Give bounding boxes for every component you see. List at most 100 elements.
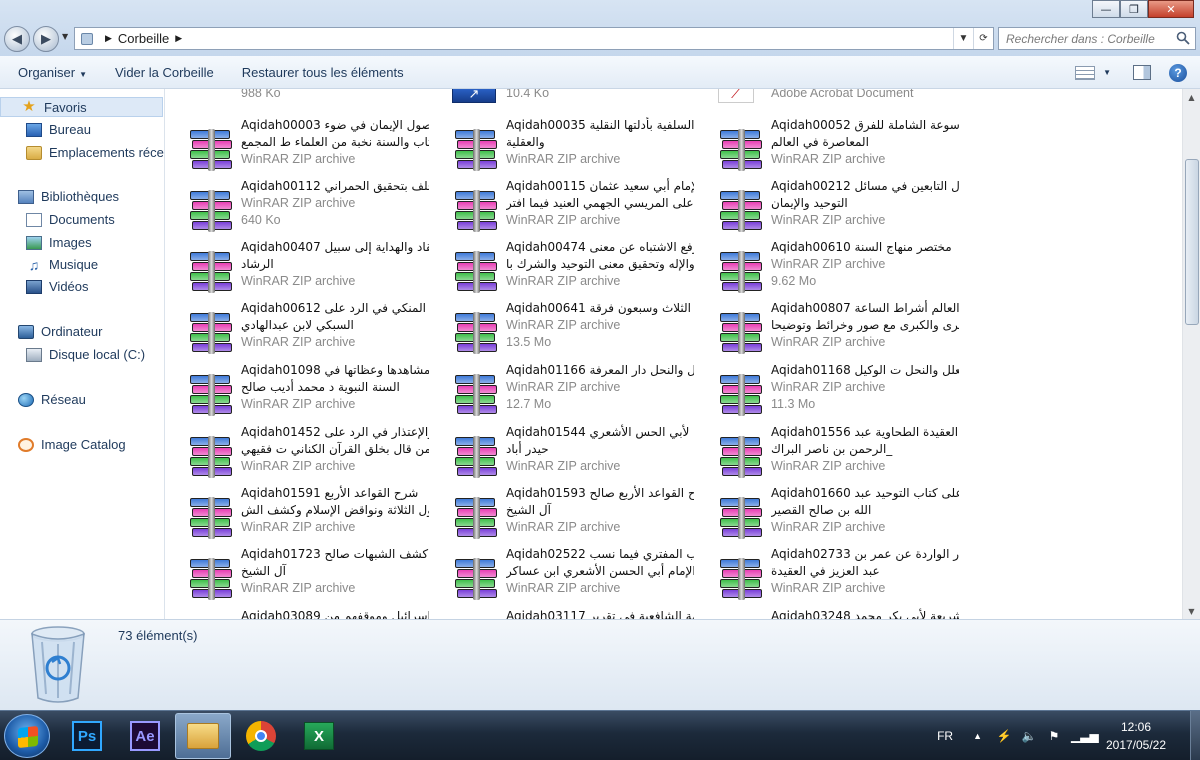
restore-all-button[interactable]: Restaurer tous les éléments <box>228 65 418 80</box>
list-item[interactable]: Aqidah00035 العقائد السلفية بأدلتها النق… <box>431 117 696 175</box>
sidebar-item-recent-places[interactable]: Emplacements récents <box>26 145 164 160</box>
list-item[interactable]: Aqidah01660 المفيد على كتاب التوحيد عبد ا… <box>696 485 961 543</box>
list-item[interactable]: Aqidah02733 الآثار الواردة عن عمر بن عبد … <box>696 546 961 604</box>
change-view-icon[interactable] <box>1075 65 1096 80</box>
list-item[interactable]: 988 Ko <box>166 89 431 105</box>
sidebar-item-videos[interactable]: Vidéos <box>26 279 89 294</box>
sidebar-item-documents[interactable]: Documents <box>26 212 115 227</box>
show-hidden-icons-icon[interactable]: ▲ <box>973 731 982 741</box>
list-item[interactable]: Aqidah00641 عقائد الثلاث وسبعون فرقة WinR… <box>431 300 696 358</box>
list-item[interactable]: Aqidah00612 الصارم المنكي في الرد على الس… <box>166 300 431 358</box>
command-bar: Organiser ▼ Vider la Corbeille Restaurer … <box>0 56 1200 89</box>
taskbar-chrome[interactable] <box>233 713 289 759</box>
empty-bin-button[interactable]: Vider la Corbeille <box>101 65 228 80</box>
taskbar-explorer[interactable] <box>175 713 231 759</box>
breadcrumb-chevron-icon[interactable]: ▶ <box>105 33 112 44</box>
file-size: 640 Ko <box>241 213 281 227</box>
list-item[interactable]: Aqidah00474 رفع الاشتباه عن معنى العبادة … <box>431 239 696 297</box>
list-item[interactable]: Aqidah00052 الموسوعة الشاملة للفرق المعاص… <box>696 117 961 175</box>
file-name-continued: حيدر أباد <box>506 442 549 456</box>
organize-button[interactable]: Organiser ▼ <box>0 65 101 80</box>
clock[interactable]: 12:06 2017/05/22 <box>1096 718 1176 754</box>
network-signal-icon[interactable]: ▁▃▅ <box>1071 729 1099 743</box>
speaker-icon[interactable]: 🔈 <box>1021 729 1037 743</box>
title-bar: — ❐ ✕ ◀ ▶ ▼ ▶ Corbeille ▶ ▼ ⟳ Rechercher… <box>0 0 1200 56</box>
sidebar-item-computer[interactable]: Ordinateur <box>18 324 102 339</box>
sidebar-item-desktop[interactable]: Bureau <box>26 122 91 137</box>
list-item[interactable]: Aqidah03248 كتاب الشريعة لأبي بكر محمد <box>696 608 961 619</box>
winrar-archive-icon <box>720 374 764 420</box>
list-item[interactable]: Aqidah01544 الإبانة لأبي الحس الأشعري حيد… <box>431 424 696 482</box>
action-center-flag-icon[interactable]: ⚑ <box>1046 729 1062 743</box>
start-button[interactable] <box>4 714 50 758</box>
scrollbar-thumb[interactable] <box>1185 159 1199 325</box>
list-item[interactable]: Aqidah00212 أقوال التابعين في مسائل التوح… <box>696 178 961 236</box>
list-item[interactable]: Aqidah00003 أصول الإيمان في ضوء الكتاب وا… <box>166 117 431 175</box>
sidebar-item-local-disk[interactable]: Disque local (C:) <box>26 347 145 362</box>
file-info: Aqidah01168 العلل والنحل ت الوكيل WinRAR … <box>771 362 959 413</box>
sidebar-item-music[interactable]: ♫ Musique <box>26 257 98 272</box>
sidebar-item-network[interactable]: Réseau <box>18 392 86 407</box>
star-icon: ★ <box>22 98 36 115</box>
list-item[interactable]: Aqidah00112 نجاة الخلف بتحقيق الحمراني Wi… <box>166 178 431 236</box>
sidebar-item-label: Image Catalog <box>41 437 126 452</box>
breadcrumb-chevron-icon[interactable]: ▶ <box>175 33 182 44</box>
list-item[interactable]: Aqidah00115 نقض الإمام أبي سعيد عثمان بن … <box>431 178 696 236</box>
list-item[interactable]: Aqidah03117 جهود أئمة الشافعية في تقرير <box>431 608 696 619</box>
list-item[interactable]: 10.4 Ko <box>431 89 696 105</box>
list-item[interactable]: Aqidah02522 تبيين كذب المفتري فيما نسب إل… <box>431 546 696 604</box>
close-button[interactable]: ✕ <box>1148 0 1194 18</box>
list-item[interactable]: Aqidah03089 بنو إسرائيل وموقفهم من <box>166 608 431 619</box>
list-item[interactable]: Adobe Acrobat Document <box>696 89 961 105</box>
refresh-icon[interactable]: ⟳ <box>973 28 993 49</box>
breadcrumb-corbeille[interactable]: Corbeille <box>118 31 169 46</box>
view-options-dropdown-icon[interactable]: ▼ <box>1103 68 1111 77</box>
organize-label: Organiser <box>18 64 76 80</box>
taskbar-excel[interactable]: X <box>291 713 347 759</box>
address-bar[interactable]: ▶ Corbeille ▶ ▼ ⟳ <box>74 27 994 50</box>
winrar-archive-icon <box>190 190 234 236</box>
sidebar-item-libraries[interactable]: Bibliothèques <box>18 189 119 204</box>
scroll-down-icon[interactable]: ▼ <box>1183 603 1200 619</box>
list-item[interactable]: Aqidah00807 نهاية العالم أشراط الساعة الص… <box>696 300 961 358</box>
file-size: 13.5 Mo <box>506 335 552 349</box>
winrar-archive-icon <box>720 497 764 543</box>
list-item[interactable]: Aqidah01166 العلل والنحل دار المعرفة WinR… <box>431 362 696 420</box>
maximize-button[interactable]: ❐ <box>1120 0 1148 18</box>
list-item[interactable]: Aqidah01452 الحيدة والإعتذار في الرد على… <box>166 424 431 482</box>
back-button[interactable]: ◀ <box>4 26 30 52</box>
file-info: Aqidah03117 جهود أئمة الشافعية في تقرير <box>506 608 694 619</box>
address-dropdown-icon[interactable]: ▼ <box>953 28 973 49</box>
recent-places-icon <box>26 145 42 160</box>
list-item[interactable]: Aqidah01556 شرح العقيدة الطحاوية عبد الرح… <box>696 424 961 482</box>
search-icon[interactable] <box>1176 31 1190 45</box>
list-item[interactable]: Aqidah01168 العلل والنحل ت الوكيل WinRAR … <box>696 362 961 420</box>
details-pane: 73 élément(s) <box>0 619 1200 710</box>
minimize-button[interactable]: — <box>1092 0 1120 18</box>
list-item[interactable]: Aqidah01591 شرح القواعد الأربع والأصول ال… <box>166 485 431 543</box>
scroll-up-icon[interactable]: ▲ <box>1183 89 1200 105</box>
help-icon[interactable]: ? <box>1169 63 1187 82</box>
forward-button[interactable]: ▶ <box>33 26 59 52</box>
preview-pane-icon[interactable] <box>1133 65 1151 80</box>
taskbar-after-effects[interactable]: Ae <box>117 713 173 759</box>
sidebar-item-favorites[interactable]: ★ Favoris <box>0 97 163 117</box>
list-item[interactable]: Aqidah01593 شرح القواعد الأربع صالح آل ال… <box>431 485 696 543</box>
list-item[interactable]: Aqidah01098 القيامة مشاهدها وعظاتها في ال… <box>166 362 431 420</box>
file-type: WinRAR ZIP archive <box>506 520 621 534</box>
winrar-archive-icon <box>190 312 234 358</box>
show-desktop-button[interactable] <box>1190 711 1200 760</box>
sidebar-item-images[interactable]: Images <box>26 235 92 250</box>
power-icon[interactable]: ⚡ <box>996 729 1012 743</box>
search-input[interactable]: Rechercher dans : Corbeille <box>998 27 1196 50</box>
list-item[interactable]: Aqidah00610 مختصر منهاج السنة WinRAR ZIP … <box>696 239 961 297</box>
recent-pages-dropdown-icon[interactable]: ▼ <box>62 32 68 41</box>
vertical-scrollbar[interactable]: ▲ ▼ <box>1182 89 1200 619</box>
list-item[interactable]: Aqidah00407 الاعتقاد والهداية إلى سبيل ال… <box>166 239 431 297</box>
list-item[interactable]: Aqidah01723 شرح كشف الشبهات صالح آل الشيخ… <box>166 546 431 604</box>
taskbar-photoshop[interactable]: Ps <box>59 713 115 759</box>
file-name-continued: من قال بخلق القرآن الكناني ت فقيهي <box>241 442 429 456</box>
language-indicator[interactable]: FR <box>937 729 953 743</box>
sidebar-item-image-catalog[interactable]: Image Catalog <box>18 437 126 452</box>
sidebar-item-label: Documents <box>49 212 115 227</box>
